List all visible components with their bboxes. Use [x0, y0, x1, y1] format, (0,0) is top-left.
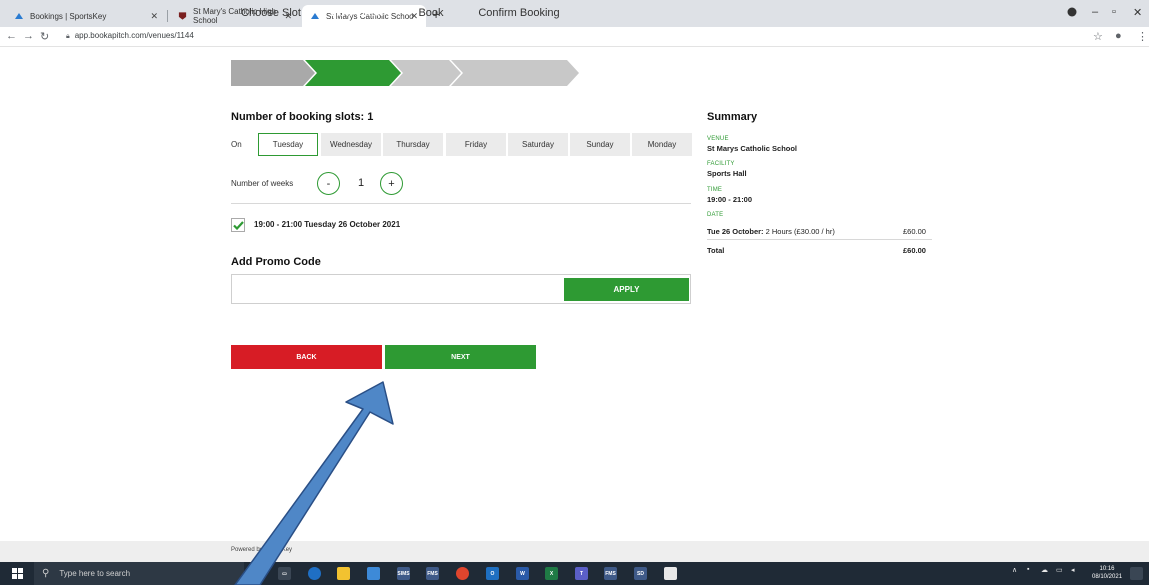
taskbar-clock[interactable]: 10:16 08/10/2021 — [1092, 565, 1122, 581]
venue-label: VENUE — [707, 136, 729, 142]
step-book-bg — [391, 60, 461, 86]
step-confirm-bg — [451, 60, 579, 86]
weeks-value: 1 — [358, 177, 365, 189]
step-book[interactable]: Book — [403, 0, 459, 26]
file-explorer-icon[interactable] — [337, 567, 350, 580]
step-confirm-booking[interactable]: Confirm Booking — [463, 0, 575, 26]
slot-checkbox[interactable] — [231, 218, 245, 232]
app-fms2-icon[interactable]: FMS — [604, 567, 617, 580]
windows-taskbar: ⚲ Type here to search ▭ SIMS FMS O W X T… — [0, 562, 1149, 585]
tab-divider — [167, 10, 168, 22]
promo-heading: Add Promo Code — [231, 256, 321, 268]
day-monday-button[interactable]: Monday — [632, 133, 692, 156]
sportskey-favicon-icon — [15, 13, 23, 19]
tab-label: Bookings | SportsKey — [30, 11, 107, 21]
url-field[interactable]: 🔒︎ app.bookapitch.com/venues/1144 — [66, 31, 194, 41]
back-button[interactable]: BACK — [231, 345, 382, 369]
date-line-date: Tue 26 October: — [707, 227, 764, 236]
day-tuesday-button[interactable]: Tuesday — [258, 133, 318, 156]
browser-tab-bookings[interactable]: Bookings | SportsKey ✕ — [6, 5, 166, 27]
weeks-increment-button[interactable]: + — [380, 172, 403, 195]
day-friday-button[interactable]: Friday — [446, 133, 506, 156]
profile-icon[interactable]: ● — [1115, 30, 1122, 42]
clock-date: 08/10/2021 — [1092, 574, 1123, 580]
tray-app-icon[interactable]: ▪ — [1027, 566, 1029, 573]
time-label: TIME — [707, 187, 723, 193]
volume-icon[interactable]: ◂ — [1071, 566, 1075, 574]
notifications-icon[interactable] — [1130, 567, 1143, 580]
windows-start-icon[interactable] — [12, 568, 23, 579]
summary-title: Summary — [707, 111, 758, 123]
bookmark-star-icon[interactable]: ☆ — [1093, 30, 1103, 43]
profile-dot-icon[interactable] — [1067, 7, 1077, 20]
tray-chevron-icon[interactable]: ∧ — [1012, 566, 1017, 574]
day-sunday-button[interactable]: Sunday — [570, 133, 630, 156]
date-label: DATE — [707, 212, 724, 218]
reload-icon[interactable]: ↻ — [40, 30, 49, 43]
task-view-icon[interactable]: ▭ — [278, 567, 291, 580]
chrome-icon[interactable] — [456, 567, 469, 580]
store-icon[interactable] — [367, 567, 380, 580]
total-label: Total — [707, 246, 725, 255]
search-placeholder: Type here to search — [59, 569, 131, 578]
app-sd-icon[interactable]: SD — [634, 567, 647, 580]
slot-description: 19:00 - 21:00 Tuesday 26 October 2021 — [254, 220, 401, 229]
step-choose-slot[interactable]: Choose Slot — [231, 0, 311, 26]
taskbar-search[interactable]: ⚲ Type here to search — [34, 562, 244, 585]
page-footer: Powered by SportsKey — [0, 541, 1149, 562]
school-crest-favicon-icon — [178, 12, 187, 20]
close-window-icon[interactable]: ✕ — [1133, 6, 1142, 19]
weeks-label: Number of weeks — [231, 179, 294, 188]
date-line-amount: £60.00 — [903, 227, 926, 236]
clock-time: 10:16 — [1099, 566, 1115, 572]
screen: Bookings | SportsKey ✕ St Mary's Catholi… — [0, 0, 1149, 585]
edge-browser-icon[interactable] — [308, 567, 321, 580]
facility-value: Sports Hall — [707, 169, 747, 178]
app-window-icon[interactable] — [664, 567, 677, 580]
divider — [231, 203, 691, 204]
booking-slots-heading: Number of booking slots: 1 — [231, 111, 374, 123]
apply-promo-button[interactable]: APPLY — [564, 278, 689, 301]
browser-address-bar: ← → ↻ 🔒︎ app.bookapitch.com/venues/1144 ☆… — [0, 27, 1149, 47]
date-line-desc: 2 Hours (£30.00 / hr) — [765, 227, 835, 236]
day-wednesday-button[interactable]: Wednesday — [321, 133, 381, 156]
step-how-often-bg — [305, 60, 401, 86]
close-tab-icon[interactable]: ✕ — [150, 11, 158, 22]
maximize-icon[interactable]: ▫ — [1112, 6, 1116, 18]
weeks-decrement-button[interactable]: - — [317, 172, 340, 195]
onedrive-icon[interactable]: ☁ — [1041, 566, 1048, 574]
total-amount: £60.00 — [903, 246, 926, 255]
outlook-icon[interactable]: O — [486, 567, 499, 580]
powered-by-text[interactable]: Powered by SportsKey — [231, 547, 292, 553]
app-sims-icon[interactable]: SIMS — [397, 567, 410, 580]
checkmark-icon — [232, 220, 244, 230]
venue-value: St Marys Catholic School — [707, 144, 798, 153]
url-text: app.bookapitch.com/venues/1144 — [74, 31, 194, 40]
time-value: 19:00 - 21:00 — [707, 195, 753, 204]
booking-stepper — [231, 60, 579, 86]
minimize-icon[interactable]: – — [1092, 6, 1098, 18]
on-label: On — [231, 140, 242, 149]
menu-dots-icon[interactable]: ⋮ — [1137, 30, 1148, 43]
lock-icon: 🔒︎ — [66, 33, 70, 40]
day-saturday-button[interactable]: Saturday — [508, 133, 568, 156]
step-how-often[interactable]: How Often — [315, 0, 399, 26]
forward-arrow-icon[interactable]: → — [23, 30, 34, 42]
search-icon: ⚲ — [42, 568, 50, 579]
app-fms-icon[interactable]: FMS — [426, 567, 439, 580]
network-icon[interactable]: ▭ — [1056, 566, 1063, 574]
teams-icon[interactable]: T — [575, 567, 588, 580]
step-choose-slot-bg — [231, 60, 315, 86]
word-icon[interactable]: W — [516, 567, 529, 580]
back-arrow-icon[interactable]: ← — [6, 30, 17, 42]
day-thursday-button[interactable]: Thursday — [383, 133, 443, 156]
date-line: Tue 26 October: 2 Hours (£30.00 / hr) — [707, 227, 835, 236]
summary-divider — [707, 239, 932, 240]
facility-label: FACILITY — [707, 161, 735, 167]
next-button[interactable]: NEXT — [385, 345, 536, 369]
excel-icon[interactable]: X — [545, 567, 558, 580]
